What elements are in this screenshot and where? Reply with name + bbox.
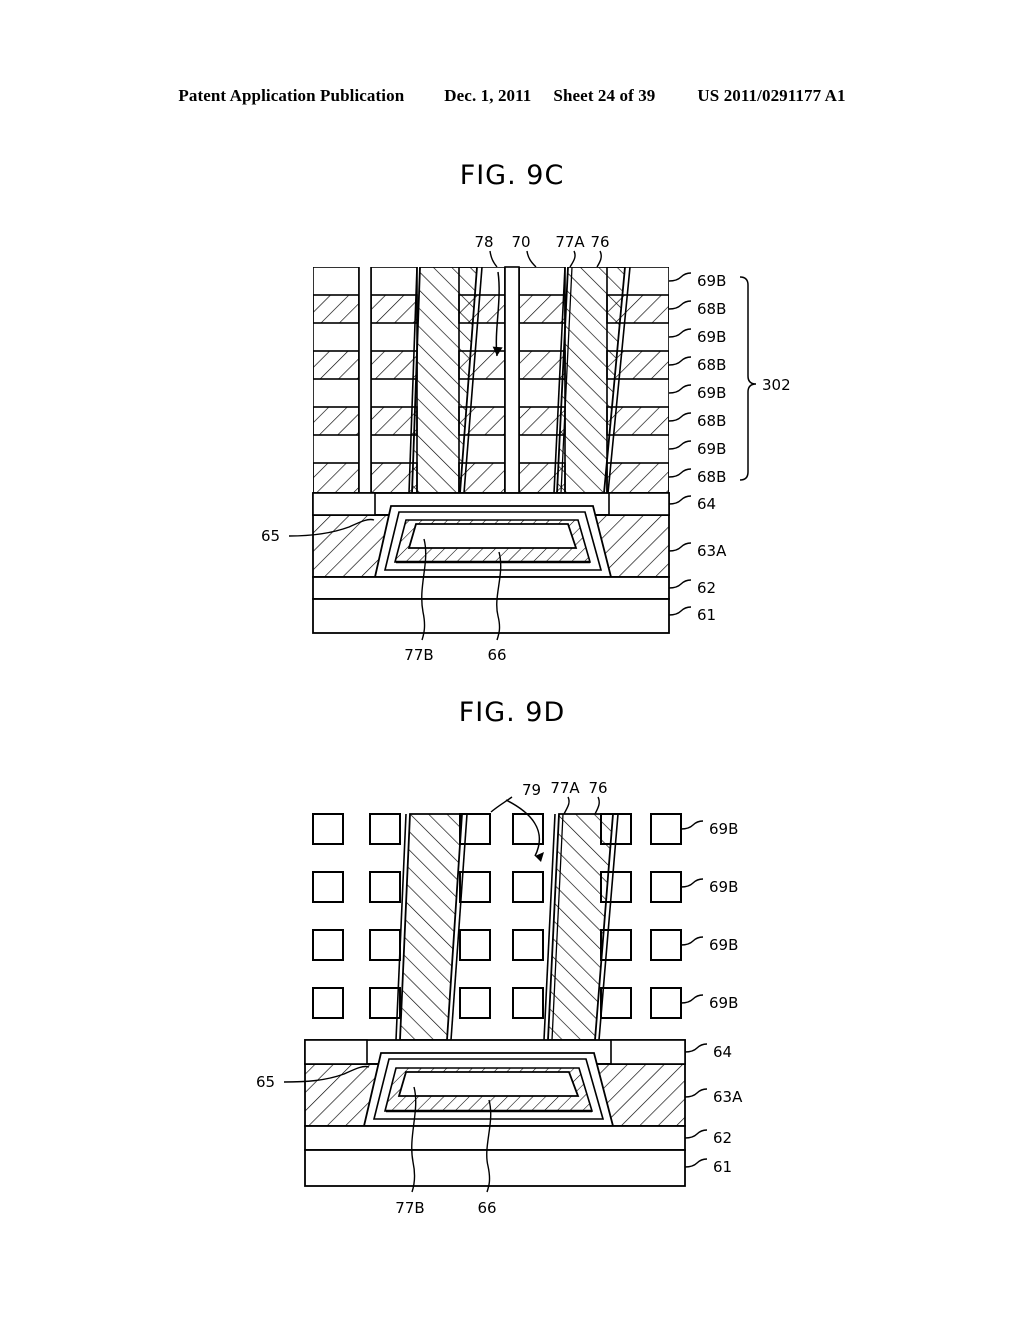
fig9d-right-lower-callouts: 64 63A 62 61: [684, 1043, 743, 1176]
fig9d-label-61: 61: [713, 1158, 732, 1176]
fig9d-channel-pillars: [395, 813, 619, 1040]
fig9d-label-69B-1: 69B: [709, 820, 738, 838]
patent-drawing-page: Patent Application Publication Dec. 1, 20…: [0, 0, 1024, 1320]
fig9d-label-77B: 77B: [395, 1199, 424, 1217]
fig9d-label-65: 65: [256, 1073, 275, 1091]
fig9d-label-77A: 77A: [550, 779, 580, 797]
fig9d-right-callouts: 69B 69B 69B 69B: [680, 820, 738, 1012]
fig9d-layer-62: [304, 1125, 686, 1151]
fig9d-label-69B-2: 69B: [709, 878, 738, 896]
fig9d-isolated-boxes: [312, 813, 682, 1019]
fig9d-label-79: 79: [522, 781, 541, 799]
fig9d-label-66: 66: [477, 1199, 496, 1217]
fig9d-label-76: 76: [588, 779, 607, 797]
fig9d-label-69B-3: 69B: [709, 936, 738, 954]
fig9d-structure: [304, 813, 686, 1187]
fig9d-buried-structure: [362, 1052, 615, 1127]
figure-9d-drawing: 79 77A 76 69B 69B 69B 69B 64 63A 62 61 6…: [0, 0, 1024, 1320]
fig9d-label-69B-4: 69B: [709, 994, 738, 1012]
fig9d-label-64: 64: [713, 1043, 732, 1061]
fig9d-layer-61: [304, 1149, 686, 1187]
fig9d-label-62: 62: [713, 1129, 732, 1147]
fig9d-label-63A: 63A: [713, 1088, 743, 1106]
